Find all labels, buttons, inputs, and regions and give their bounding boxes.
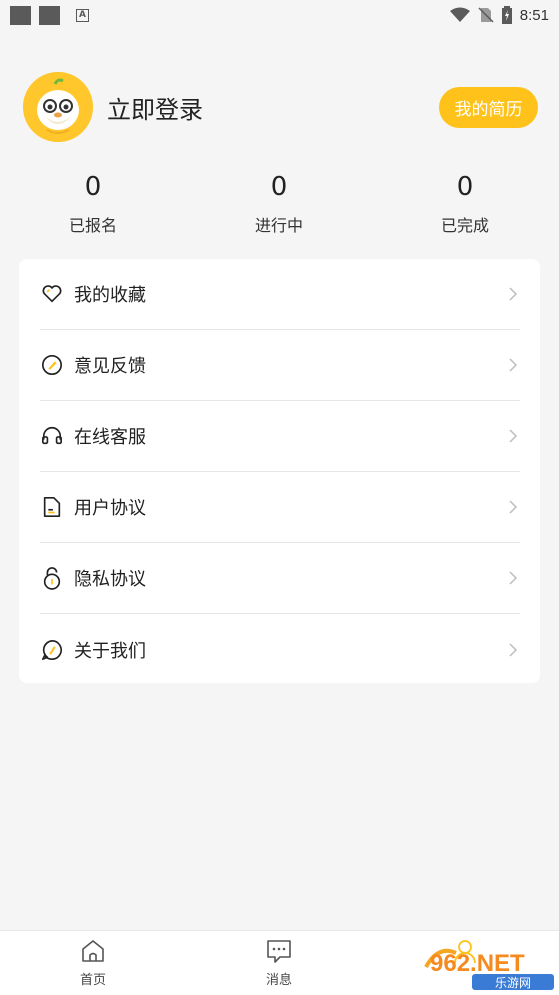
info-bubble-icon	[40, 638, 64, 662]
watermark-logo: 962.NET 乐游网	[420, 937, 556, 991]
svg-text:962.NET: 962.NET	[430, 950, 525, 977]
no-sim-icon	[478, 7, 494, 23]
menu-item-label: 在线客服	[74, 427, 146, 448]
nav-home[interactable]: 首页	[53, 937, 133, 988]
nav-label: 消息	[265, 973, 292, 988]
login-link[interactable]: 立即登录	[107, 90, 203, 125]
menu-item-label: 用户协议	[74, 498, 146, 519]
menu-item-privacy-agreement[interactable]: 隐私协议	[40, 543, 520, 614]
stat-label: 进行中	[254, 216, 303, 235]
stat-value: 0	[84, 172, 102, 202]
menu-item-about-us[interactable]: 关于我们	[40, 614, 520, 685]
menu-item-feedback[interactable]: 意见反馈	[40, 330, 520, 401]
clock: 8:51	[519, 6, 549, 24]
mascot-icon	[23, 72, 93, 142]
stats-row: 0 已报名 0 进行中 0 已完成	[0, 170, 559, 240]
headset-icon	[40, 424, 64, 448]
battery-charging-icon	[501, 6, 512, 24]
message-icon	[239, 937, 319, 965]
nav-messages[interactable]: 消息	[239, 937, 319, 988]
home-icon	[53, 937, 133, 965]
avatar[interactable]	[23, 72, 93, 142]
chevron-right-icon	[509, 429, 518, 443]
notification-icon	[10, 5, 31, 25]
menu-item-user-agreement[interactable]: 用户协议	[40, 472, 520, 543]
stat-value: 0	[270, 172, 288, 202]
menu-item-customer-service[interactable]: 在线客服	[40, 401, 520, 472]
stat-completed[interactable]: 0 已完成	[405, 170, 525, 236]
lock-icon	[40, 566, 64, 590]
wifi-icon	[449, 7, 470, 22]
menu-item-label: 关于我们	[74, 640, 146, 662]
chevron-right-icon	[509, 500, 518, 514]
heart-icon	[40, 282, 64, 306]
status-bar: A 8:51	[0, 0, 559, 30]
stat-in-progress[interactable]: 0 进行中	[219, 170, 339, 236]
menu-card: 我的收藏 意见反馈 在线客服 用户协议 隐私协议 关于我们	[19, 259, 540, 683]
chevron-right-icon	[509, 571, 518, 585]
chevron-right-icon	[509, 358, 518, 372]
notification-icon	[39, 5, 60, 25]
pencil-circle-icon	[40, 353, 64, 377]
nav-label: 首页	[79, 973, 106, 988]
menu-item-label: 意见反馈	[74, 356, 146, 377]
stat-value: 0	[456, 172, 474, 202]
accessibility-icon: A	[76, 8, 89, 22]
menu-item-label: 我的收藏	[74, 285, 146, 306]
profile-header: 立即登录 我的简历	[23, 72, 538, 142]
stat-registered[interactable]: 0 已报名	[33, 170, 153, 236]
svg-text:乐游网: 乐游网	[495, 976, 531, 990]
menu-item-favorites[interactable]: 我的收藏	[40, 259, 520, 330]
stat-label: 已报名	[68, 216, 117, 235]
stat-label: 已完成	[440, 216, 489, 235]
chevron-right-icon	[509, 287, 518, 301]
menu-item-label: 隐私协议	[74, 569, 146, 590]
document-icon	[40, 495, 64, 519]
chevron-right-icon	[509, 642, 518, 657]
my-resume-button[interactable]: 我的简历	[439, 86, 538, 128]
